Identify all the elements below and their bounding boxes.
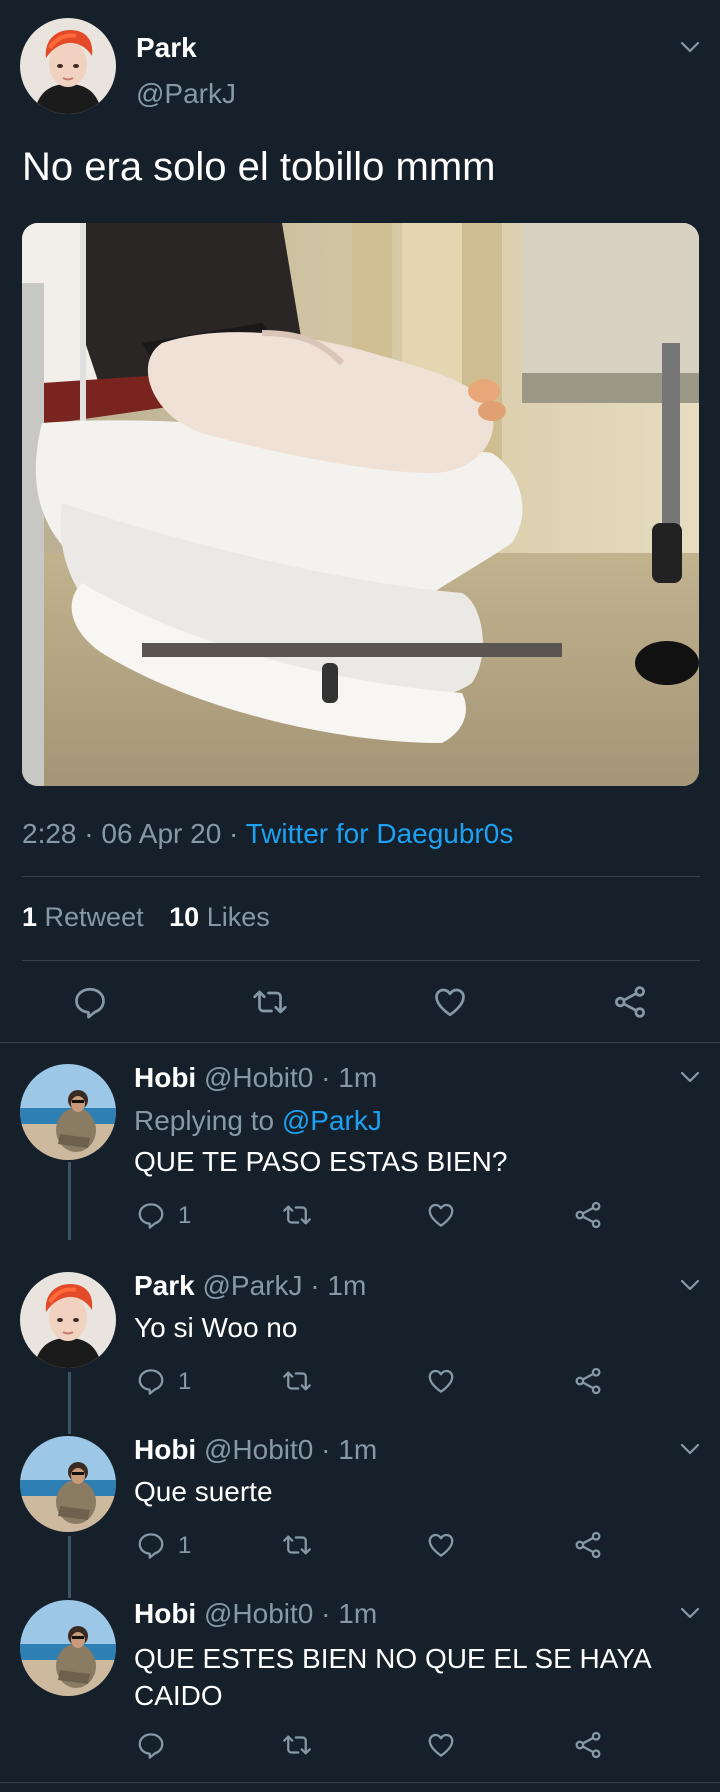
reply-text: QUE ESTES BIEN NO QUE EL SE HAYA CAIDO [134,1640,652,1714]
reply-author-handle[interactable]: @Hobit0 [204,1434,313,1465]
replying-to: Replying to @ParkJ [134,1105,382,1137]
heart-icon[interactable] [426,1730,456,1760]
retweet-icon[interactable] [250,984,290,1020]
retweet-label: Retweet [44,902,144,932]
tweet-stats: 1 Retweet 10 Likes [22,902,270,933]
reply-header: Hobi @Hobit0 · 1m [134,1434,377,1466]
thread-line [68,1536,71,1598]
retweet-stat[interactable]: 1 Retweet [22,902,151,932]
tweet-time: 2:28 [22,818,77,849]
reply-time: · 1m [321,1598,378,1629]
reply-author-name[interactable]: Park [134,1270,195,1301]
reply-header: Hobi @Hobit0 · 1m [134,1062,377,1094]
reply-count: 1 [178,1202,192,1229]
retweet-count: 1 [22,902,38,932]
reply-header: Park @ParkJ · 1m [134,1270,366,1302]
reply-author-handle[interactable]: @Hobit0 [204,1598,313,1629]
share-icon[interactable] [573,1200,603,1230]
retweet-icon[interactable] [280,1730,314,1760]
share-icon[interactable] [573,1530,603,1560]
replying-prefix: Replying to [134,1105,275,1136]
tweet-date: 06 Apr 20 [101,818,222,849]
divider [22,960,700,961]
reply-text: QUE TE PASO ESTAS BIEN? [134,1146,508,1177]
thread-line [68,1372,71,1434]
reply-time: · 1m [321,1062,378,1093]
author-handle[interactable]: @ParkJ [136,78,236,110]
share-icon[interactable] [573,1366,603,1396]
meta-separator: · [84,818,94,849]
section-divider [0,1042,720,1043]
reply-icon[interactable] [136,1530,166,1560]
reply-count: 1 [178,1532,192,1559]
reply-author-name[interactable]: Hobi [134,1062,196,1093]
reply-author-handle[interactable]: @ParkJ [203,1270,303,1301]
reply-time: · 1m [310,1270,367,1301]
retweet-icon[interactable] [280,1530,314,1560]
chevron-down-icon[interactable] [680,1606,700,1620]
reply-text-line: QUE ESTES BIEN NO QUE EL SE HAYA [134,1643,652,1674]
replying-to-handle[interactable]: @ParkJ [282,1105,382,1136]
tweet-text: No era solo el tobillo mmm [22,145,496,189]
reply-icon[interactable] [136,1200,166,1230]
chevron-down-icon[interactable] [680,40,700,54]
reply-avatar[interactable] [20,1272,116,1368]
chevron-down-icon[interactable] [680,1278,700,1292]
chevron-down-icon[interactable] [680,1442,700,1456]
like-label: Likes [206,902,270,932]
heart-icon[interactable] [432,984,468,1020]
reply-avatar[interactable] [20,1064,116,1160]
reply-count: 1 [178,1368,192,1395]
reply-author-name[interactable]: Hobi [134,1598,196,1629]
reply-icon[interactable] [136,1730,166,1760]
tweet-photo[interactable] [22,223,699,786]
like-stat[interactable]: 10 Likes [169,902,270,932]
tweet-source[interactable]: Twitter for Daegubr0s [246,818,514,849]
section-divider [0,1782,720,1783]
reply-avatar[interactable] [20,1436,116,1532]
heart-icon[interactable] [426,1530,456,1560]
reply-text: Yo si Woo no [134,1312,298,1343]
reply-time: · 1m [321,1434,378,1465]
reply-icon[interactable] [72,984,108,1020]
tweet-meta: 2:28 · 06 Apr 20 · Twitter for Daegubr0s [22,818,513,850]
reply-author-handle[interactable]: @Hobit0 [204,1062,313,1093]
reply-author-name[interactable]: Hobi [134,1434,196,1465]
retweet-icon[interactable] [280,1366,314,1396]
reply-avatar[interactable] [20,1600,116,1696]
reply-text: Que suerte [134,1476,273,1507]
thread-line [68,1162,71,1240]
leg-cast-image [22,223,699,786]
like-count: 10 [169,902,200,932]
heart-icon[interactable] [426,1366,456,1396]
chevron-down-icon[interactable] [680,1070,700,1084]
reply-header: Hobi @Hobit0 · 1m [134,1598,377,1630]
share-icon[interactable] [573,1730,603,1760]
heart-icon[interactable] [426,1200,456,1230]
reply-icon[interactable] [136,1366,166,1396]
author-avatar[interactable] [20,18,116,114]
divider [22,876,700,877]
author-name[interactable]: Park [136,32,197,64]
retweet-icon[interactable] [280,1200,314,1230]
reply-text-line: CAIDO [134,1680,223,1711]
meta-separator: · [229,818,239,849]
share-icon[interactable] [612,984,648,1020]
